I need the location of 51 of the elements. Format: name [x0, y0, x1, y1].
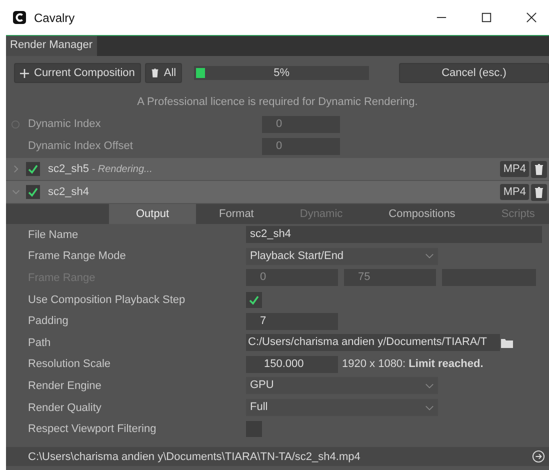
property-label: Path — [27, 336, 52, 349]
property-label: Dynamic Index Offset — [28, 140, 134, 152]
number-field[interactable]: 150.000 — [246, 356, 338, 373]
property-label: Padding — [27, 315, 70, 328]
folder-icon[interactable] — [500, 336, 514, 349]
property-label: Frame Range Mode — [27, 250, 127, 262]
close-icon[interactable] — [526, 12, 537, 23]
property-label: Use Composition Playback Step — [27, 294, 186, 306]
resolution-note: 1920 x 1080: Limit reached. — [342, 358, 484, 370]
window-title: Cavalry — [34, 10, 75, 24]
progress-text: 5% — [274, 67, 290, 79]
path-field[interactable]: C:/Users/charisma andien y/Documents/TIARA/T — [246, 334, 500, 352]
add-composition-button[interactable]: Current Composition — [14, 63, 141, 83]
arrow-circle-icon[interactable] — [532, 450, 545, 463]
text-field[interactable]: sc2_sh4 — [246, 226, 542, 244]
delete-button[interactable] — [531, 184, 547, 200]
maximize-icon[interactable] — [481, 12, 492, 23]
plus-icon — [20, 68, 29, 78]
property-label: Render Quality — [27, 402, 102, 414]
delete-button[interactable] — [531, 160, 547, 178]
panel-tab[interactable]: Render Manager — [6, 36, 97, 56]
property-label: Resolution Scale — [27, 358, 112, 370]
checkbox[interactable] — [246, 292, 262, 308]
chevron-down-icon — [425, 404, 434, 411]
chevron-down-icon — [425, 253, 434, 260]
tab[interactable]: Format — [196, 204, 277, 224]
property-label: Dynamic Index — [28, 118, 102, 130]
render-item-name: sc2_sh4 — [48, 186, 89, 198]
format-badge[interactable]: MP4 — [500, 184, 529, 200]
output-path: C:\Users\charisma andien y\Documents\TIARA\TN-TA/sc2_sh4.mp4 — [28, 450, 362, 462]
property-label: File Name — [27, 228, 80, 241]
chevron-down-icon — [425, 382, 434, 389]
trash-icon — [150, 68, 159, 78]
property-label: Respect Viewport Filtering — [27, 423, 158, 436]
number-field[interactable]: 7 — [246, 312, 338, 330]
checkbox[interactable] — [26, 162, 40, 176]
tab[interactable]: Output — [109, 204, 196, 224]
licence-notice: A Professional licence is required for Dynamic Rendering. — [136, 95, 419, 110]
render-item-name: sc2_sh5 - Rendering... — [48, 163, 152, 175]
app-logo-icon — [13, 11, 26, 24]
dropdown[interactable]: GPU — [246, 377, 438, 394]
trash-icon — [534, 162, 544, 176]
property-label: Render Engine — [27, 380, 102, 392]
format-badge[interactable]: MP4 — [500, 161, 529, 177]
cancel-button[interactable]: Cancel (esc.) — [399, 63, 549, 83]
dropdown[interactable]: Playback Start/End — [246, 248, 438, 265]
tab[interactable]: Compositions — [366, 204, 478, 224]
checkbox[interactable] — [26, 185, 40, 199]
trash-icon — [534, 186, 544, 198]
dropdown[interactable]: Full — [246, 399, 438, 416]
clear-all-button[interactable]: All — [144, 63, 182, 83]
